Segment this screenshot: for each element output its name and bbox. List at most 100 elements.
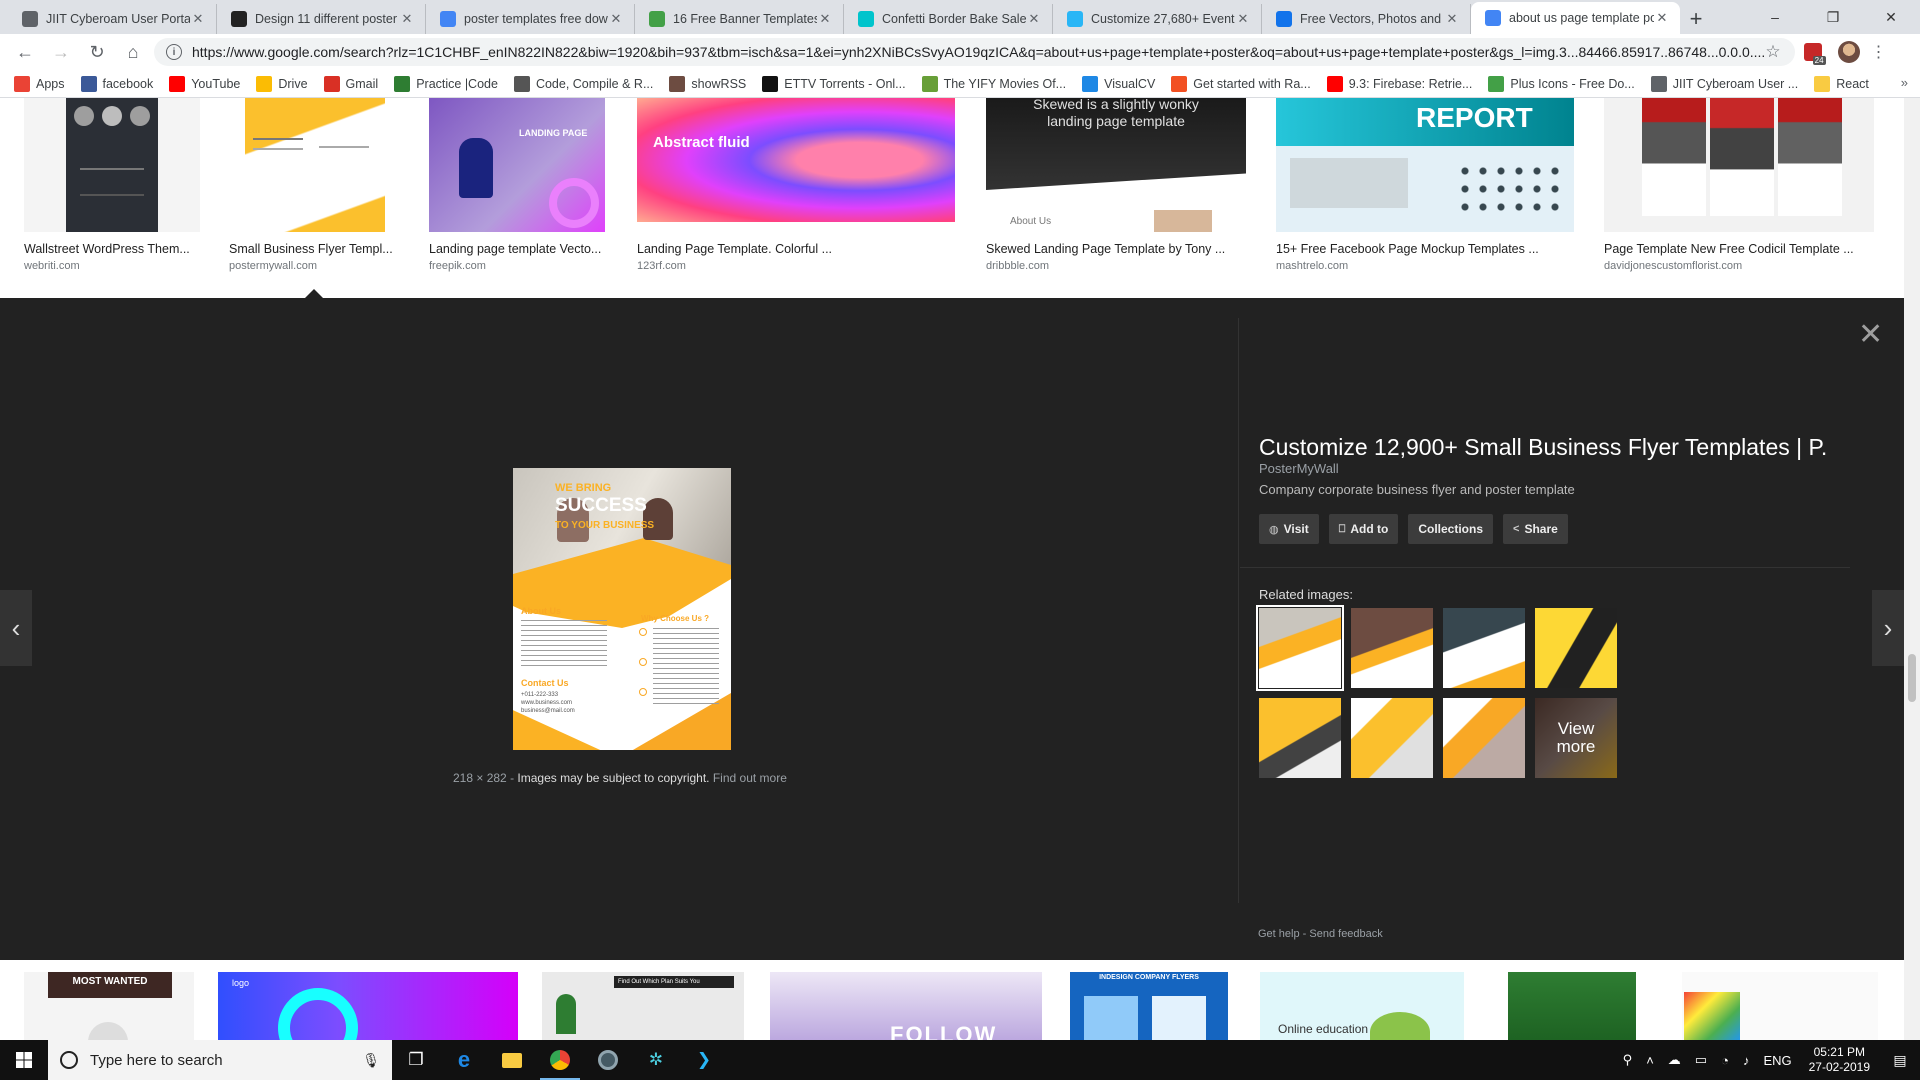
result-caption[interactable]: Landing page template Vecto... bbox=[429, 242, 605, 256]
result-thumbnail[interactable] bbox=[1508, 972, 1636, 1040]
profile-button[interactable] bbox=[1831, 37, 1867, 67]
tab-close-icon[interactable]: ✕ bbox=[1444, 11, 1460, 27]
result-thumbnail[interactable]: LANDING PAGE bbox=[429, 98, 605, 232]
add-to-button[interactable]: ⎕ Add to bbox=[1328, 514, 1399, 544]
input-language[interactable]: ENG bbox=[1756, 1053, 1798, 1068]
result-thumbnail[interactable]: Online education bbox=[1260, 972, 1464, 1040]
bookmark-item[interactable]: YouTube bbox=[169, 75, 240, 92]
extension-button[interactable]: 24 bbox=[1795, 37, 1831, 67]
bookmark-item[interactable]: React bbox=[1814, 75, 1869, 92]
bookmark-item[interactable]: 9.3: Firebase: Retrie... bbox=[1326, 75, 1472, 92]
get-help-link[interactable]: Get help bbox=[1258, 928, 1300, 940]
network-icon[interactable]: ◔ bbox=[1714, 1053, 1736, 1068]
source-site[interactable]: PosterMyWall bbox=[1259, 461, 1339, 476]
result-thumbnail[interactable]: logo bbox=[218, 972, 518, 1040]
close-window-button[interactable]: ✕ bbox=[1862, 0, 1920, 34]
bookmark-item[interactable]: showRSS bbox=[669, 75, 746, 92]
bookmark-item[interactable]: facebook bbox=[80, 75, 153, 92]
home-icon[interactable]: ⌂ bbox=[118, 37, 148, 67]
result-card-selected[interactable]: Small Business Flyer Templ... postermywa… bbox=[229, 98, 405, 272]
related-image-thumbnail[interactable] bbox=[1256, 605, 1344, 691]
result-thumbnail[interactable]: INDESIGN COMPANY FLYERS bbox=[1070, 972, 1228, 1040]
result-caption[interactable]: 15+ Free Facebook Page Mockup Templates … bbox=[1276, 242, 1574, 256]
task-view-icon[interactable]: ❐ bbox=[392, 1040, 440, 1080]
previous-image-arrow[interactable]: ‹ bbox=[0, 590, 32, 666]
bookmark-item[interactable]: Apps bbox=[14, 75, 65, 92]
chrome-icon[interactable] bbox=[536, 1040, 584, 1080]
maximize-button[interactable]: ❐ bbox=[1804, 0, 1862, 34]
app-icon[interactable] bbox=[584, 1040, 632, 1080]
result-card[interactable]: Skewed is a slightly wonky landing page … bbox=[986, 98, 1246, 272]
result-thumbnail[interactable] bbox=[1682, 972, 1878, 1040]
result-card[interactable]: Page Template New Free Codicil Template … bbox=[1604, 98, 1874, 272]
collections-button[interactable]: Collections bbox=[1408, 514, 1494, 544]
tab[interactable]: about us page template pos ✕ bbox=[1471, 2, 1680, 34]
bookmark-item[interactable]: JIIT Cyberoam User ... bbox=[1650, 75, 1798, 92]
vscode-icon[interactable]: ❯ bbox=[680, 1040, 728, 1080]
tab-close-icon[interactable]: ✕ bbox=[817, 11, 833, 27]
tab-close-icon[interactable]: ✕ bbox=[1235, 11, 1251, 27]
edge-icon[interactable]: e bbox=[440, 1040, 488, 1080]
tab[interactable]: 16 Free Banner Templates & ✕ bbox=[635, 4, 844, 34]
visit-button[interactable]: ◍ Visit bbox=[1259, 514, 1319, 544]
bookmark-item[interactable]: Drive bbox=[256, 75, 308, 92]
related-image-thumbnail[interactable] bbox=[1535, 608, 1617, 688]
preview-image[interactable]: WE BRING SUCCESS TO YOUR BUSINESS About … bbox=[513, 468, 731, 750]
bookmark-item[interactable]: Gmail bbox=[323, 75, 378, 92]
result-thumbnail[interactable] bbox=[229, 98, 405, 232]
close-icon[interactable]: ✕ bbox=[1858, 320, 1883, 350]
result-caption[interactable]: Wallstreet WordPress Them... bbox=[24, 242, 200, 256]
tab-close-icon[interactable]: ✕ bbox=[1026, 11, 1042, 27]
result-card[interactable]: Wallstreet WordPress Them... webriti.com bbox=[24, 98, 200, 272]
related-image-thumbnail[interactable] bbox=[1443, 698, 1525, 778]
new-tab-button[interactable]: + bbox=[1680, 4, 1712, 34]
people-icon[interactable]: ⚲ bbox=[1616, 1052, 1640, 1068]
tab[interactable]: Customize 27,680+ Event Fl ✕ bbox=[1053, 4, 1262, 34]
minimize-button[interactable]: – bbox=[1746, 0, 1804, 34]
result-thumbnail[interactable] bbox=[1604, 98, 1874, 232]
tab-close-icon[interactable]: ✕ bbox=[608, 11, 624, 27]
bookmark-item[interactable]: Practice |Code bbox=[394, 75, 498, 92]
result-caption[interactable]: Landing Page Template. Colorful ... bbox=[637, 242, 955, 256]
bookmark-item[interactable]: The YIFY Movies Of... bbox=[921, 75, 1066, 92]
scrollbar-thumb[interactable] bbox=[1908, 654, 1916, 702]
result-caption[interactable]: Skewed Landing Page Template by Tony ... bbox=[986, 242, 1246, 256]
related-image-thumbnail[interactable] bbox=[1443, 608, 1525, 688]
battery-icon[interactable]: ▭ bbox=[1688, 1052, 1714, 1068]
result-caption[interactable]: Small Business Flyer Templ... bbox=[229, 242, 405, 256]
bookmark-item[interactable]: Get started with Ra... bbox=[1171, 75, 1311, 92]
related-image-thumbnail[interactable] bbox=[1259, 698, 1341, 778]
tab[interactable]: JIIT Cyberoam User Portal ✕ bbox=[8, 4, 217, 34]
bookmark-item[interactable]: VisualCV bbox=[1082, 75, 1155, 92]
bookmark-item[interactable]: Code, Compile & R... bbox=[513, 75, 653, 92]
result-thumbnail[interactable]: REPORT bbox=[1276, 98, 1574, 232]
volume-icon[interactable]: ♪ bbox=[1736, 1053, 1757, 1068]
related-image-thumbnail[interactable] bbox=[1351, 608, 1433, 688]
start-button[interactable] bbox=[0, 1040, 48, 1080]
result-card[interactable]: Abstract fluid Landing Page Template. Co… bbox=[637, 98, 955, 272]
result-thumbnail[interactable]: MOST WANTED bbox=[24, 972, 194, 1040]
bookmarks-overflow-icon[interactable]: » bbox=[1901, 75, 1908, 90]
back-icon[interactable]: ← bbox=[10, 37, 40, 67]
result-thumbnail[interactable]: FOLLOW bbox=[770, 972, 1042, 1040]
chrome-menu-icon[interactable]: ⋮ bbox=[1867, 42, 1891, 62]
onedrive-icon[interactable]: ☁ bbox=[1661, 1052, 1688, 1068]
tab[interactable]: poster templates free downl ✕ bbox=[426, 4, 635, 34]
find-out-more-link[interactable]: Find out more bbox=[713, 771, 787, 785]
tab[interactable]: Free Vectors, Photos and PS✕ bbox=[1262, 4, 1471, 34]
share-button[interactable]: < Share bbox=[1503, 514, 1568, 544]
result-card[interactable]: REPORT 15+ Free Facebook Page Mockup Tem… bbox=[1276, 98, 1574, 272]
file-explorer-icon[interactable] bbox=[488, 1040, 536, 1080]
result-thumbnail[interactable] bbox=[24, 98, 200, 232]
view-more-overlay[interactable]: View more bbox=[1535, 698, 1617, 778]
address-url[interactable]: https://www.google.com/search?rlz=1C1CHB… bbox=[192, 44, 1765, 60]
result-card[interactable]: LANDING PAGE Landing page template Vecto… bbox=[429, 98, 605, 272]
system-clock[interactable]: 05:21 PM 27-02-2019 bbox=[1799, 1045, 1880, 1075]
taskbar-search-box[interactable]: Type here to search 🎙 bbox=[48, 1040, 392, 1080]
related-image-thumbnail[interactable] bbox=[1351, 698, 1433, 778]
result-caption[interactable]: Page Template New Free Codicil Template … bbox=[1604, 242, 1874, 256]
page-title[interactable]: Customize 12,900+ Small Business Flyer T… bbox=[1259, 434, 1829, 461]
bookmark-item[interactable]: ETTV Torrents - Onl... bbox=[762, 75, 906, 92]
notifications-icon[interactable]: ▤ bbox=[1880, 1040, 1920, 1080]
tab[interactable]: Design 11 different poster or ✕ bbox=[217, 4, 426, 34]
